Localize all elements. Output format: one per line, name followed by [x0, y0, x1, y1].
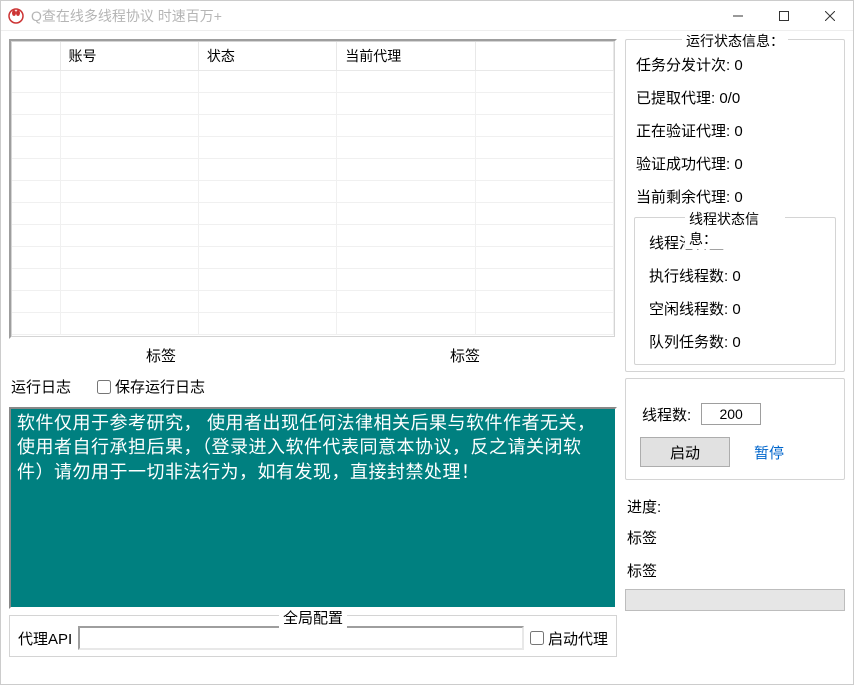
button-row: 启动 暂停	[634, 429, 836, 473]
table-row[interactable]	[12, 115, 614, 137]
global-config-group: 全局配置 代理API 启动代理	[9, 615, 617, 657]
table-row[interactable]	[12, 203, 614, 225]
labels-row: 标签 标签	[9, 345, 617, 368]
grid-col-extra[interactable]	[475, 42, 613, 71]
running-line: 执行线程数: 0	[643, 259, 827, 292]
thread-count-row: 线程数:	[634, 393, 836, 429]
dispatch-line: 任务分发计次: 0	[634, 48, 836, 81]
window-title: Q查在线多线程协议 时速百万+	[31, 6, 715, 26]
thread-count-label: 线程数:	[642, 404, 691, 425]
grid-col-proxy[interactable]: 当前代理	[337, 42, 475, 71]
table-row[interactable]	[12, 181, 614, 203]
app-window: Q查在线多线程协议 时速百万+ 账号	[0, 0, 854, 685]
accounts-grid[interactable]: 账号 状态 当前代理	[9, 39, 617, 339]
table-row[interactable]	[12, 137, 614, 159]
table-row[interactable]	[12, 93, 614, 115]
table-row[interactable]	[12, 71, 614, 93]
maximize-button[interactable]	[761, 1, 807, 31]
label-b: 标签	[313, 345, 617, 366]
global-group-title: 全局配置	[279, 607, 347, 628]
verified-line: 验证成功代理: 0	[634, 147, 836, 180]
right-pane: 运行状态信息： 任务分发计次: 0 已提取代理: 0/0 正在验证代理: 0 验…	[625, 39, 845, 676]
progress-bar	[625, 589, 845, 611]
save-log-text: 保存运行日志	[115, 376, 205, 397]
grid-col-account[interactable]: 账号	[60, 42, 198, 71]
save-log-checkbox[interactable]	[97, 380, 111, 394]
misc-label-1: 标签	[625, 521, 845, 554]
minimize-button[interactable]	[715, 1, 761, 31]
thread-status-group: 线程状态信息： 线程池容量: 0 执行线程数: 0 空闲线程数: 0 队列任务	[634, 217, 836, 365]
close-button[interactable]	[807, 1, 853, 31]
start-button[interactable]: 启动	[640, 437, 730, 467]
progress-section: 进度: 标签 标签	[625, 486, 845, 611]
queue-line: 队列任务数: 0	[643, 325, 827, 358]
thread-control-group: 线程数: 启动 暂停	[625, 378, 845, 480]
main-body: 账号 状态 当前代理	[1, 31, 853, 684]
grid-header-row: 账号 状态 当前代理	[12, 42, 614, 71]
fetched-line: 已提取代理: 0/0	[634, 81, 836, 114]
proxy-api-input[interactable]	[78, 626, 524, 650]
start-proxy-checkbox[interactable]	[530, 631, 544, 645]
table-row[interactable]	[12, 313, 614, 335]
thread-count-input[interactable]	[701, 403, 761, 425]
start-proxy-text: 启动代理	[548, 628, 608, 649]
run-status-title: 运行状态信息：	[682, 31, 788, 51]
save-log-checkbox-label[interactable]: 保存运行日志	[97, 376, 205, 397]
log-title: 运行日志	[11, 376, 71, 397]
run-status-group: 运行状态信息： 任务分发计次: 0 已提取代理: 0/0 正在验证代理: 0 验…	[625, 39, 845, 372]
table-row[interactable]	[12, 269, 614, 291]
start-proxy-checkbox-label[interactable]: 启动代理	[530, 628, 608, 649]
window-controls	[715, 1, 853, 31]
log-textarea[interactable]: 软件仅用于参考研究， 使用者出现任何法律相关后果与软件作者无关，使用者自行承担后…	[9, 407, 617, 609]
titlebar[interactable]: Q查在线多线程协议 时速百万+	[1, 1, 853, 31]
progress-label: 进度:	[625, 486, 845, 521]
log-content: 软件仅用于参考研究， 使用者出现任何法律相关后果与软件作者无关，使用者自行承担后…	[17, 413, 596, 482]
log-header: 运行日志 保存运行日志	[9, 374, 617, 401]
pause-button[interactable]: 暂停	[754, 442, 784, 463]
app-icon	[7, 7, 25, 25]
table-row[interactable]	[12, 159, 614, 181]
grid-col-status[interactable]: 状态	[198, 42, 336, 71]
label-a: 标签	[9, 345, 313, 366]
misc-label-2: 标签	[625, 554, 845, 587]
table-row[interactable]	[12, 291, 614, 313]
verifying-line: 正在验证代理: 0	[634, 114, 836, 147]
left-pane: 账号 状态 当前代理	[9, 39, 617, 676]
proxy-api-label: 代理API	[18, 628, 72, 649]
thread-status-title: 线程状态信息：	[685, 209, 785, 249]
idle-line: 空闲线程数: 0	[643, 292, 827, 325]
table-row[interactable]	[12, 247, 614, 269]
grid-col-blank[interactable]	[12, 42, 60, 71]
table-row[interactable]	[12, 225, 614, 247]
